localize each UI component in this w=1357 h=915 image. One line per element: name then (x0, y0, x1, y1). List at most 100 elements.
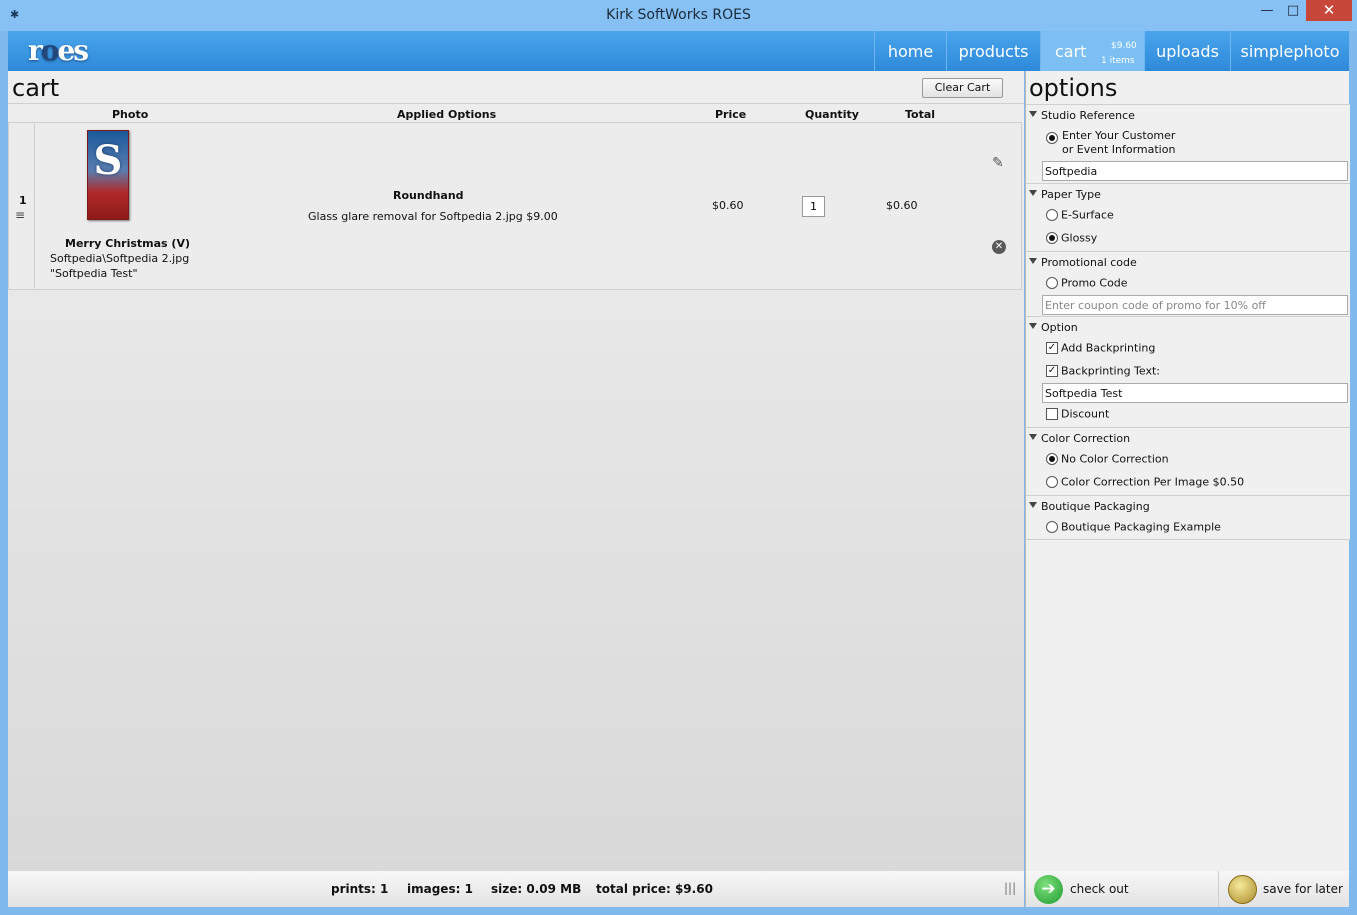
collapse-arrow-icon[interactable] (1029, 258, 1037, 264)
section-promotional-code: Promotional code Promo Code (1026, 251, 1350, 316)
row-number: 1 (19, 194, 27, 207)
studio-reference-radio[interactable] (1046, 131, 1061, 144)
nav-cart-price: $9.60 (1111, 41, 1137, 51)
window-title: Kirk SoftWorks ROES (606, 7, 751, 23)
radio-unselected[interactable] (1046, 209, 1058, 221)
cart-title: cart (12, 74, 60, 102)
options-panel: options Studio Reference Enter Your Cust… (1025, 71, 1350, 871)
cart-status-bar: prints: 1 images: 1 size: 0.09 MB total … (8, 871, 1024, 907)
checkbox-checked[interactable]: ✓ (1046, 342, 1058, 354)
studio-reference-label-2: or Event Information (1062, 143, 1176, 156)
radio-unselected[interactable] (1046, 476, 1058, 488)
collapse-arrow-icon[interactable] (1029, 190, 1037, 196)
nav-products[interactable]: products (946, 31, 1040, 71)
option-label: Backprinting Text: (1061, 364, 1161, 378)
applied-option-detail: Glass glare removal for Softpedia 2.jpg … (308, 210, 558, 223)
section-title[interactable]: Boutique Packaging (1041, 500, 1150, 513)
checkbox-checked[interactable]: ✓ (1046, 365, 1058, 377)
section-paper-type: Paper Type E-Surface Glossy (1026, 183, 1350, 251)
check-out-button[interactable]: ➔ check out (1026, 871, 1219, 907)
minimize-button[interactable]: — (1254, 0, 1280, 21)
section-title[interactable]: Paper Type (1041, 188, 1101, 201)
radio-selected[interactable] (1046, 232, 1058, 244)
section-option: Option ✓ Add Backprinting ✓ Backprinting T… (1026, 316, 1350, 427)
section-title[interactable]: Option (1041, 321, 1078, 334)
clear-cart-button[interactable]: Clear Cart (922, 78, 1003, 98)
maximize-button[interactable]: □ (1280, 0, 1306, 21)
collapse-arrow-icon[interactable] (1029, 502, 1037, 508)
cart-row[interactable]: 1 ≡ S Merry Christmas (V) Softpedia\Soft… (8, 122, 1022, 290)
logo-part-es: es (57, 34, 89, 67)
status-prints: prints: 1 (331, 882, 389, 896)
option-label: Discount (1061, 407, 1110, 421)
save-for-later-label: save for later (1263, 882, 1343, 896)
roes-logo: roes (28, 34, 89, 67)
drag-handle-icon[interactable]: ≡ (15, 209, 25, 221)
radio-unselected[interactable] (1046, 521, 1058, 533)
backprinting-text-input[interactable] (1042, 383, 1348, 403)
col-applied-options: Applied Options (397, 108, 497, 121)
row-total: $0.60 (886, 199, 918, 212)
save-for-later-button[interactable]: save for later (1220, 871, 1350, 907)
pencil-icon[interactable]: ✎ (992, 155, 1004, 171)
action-bar: ➔ check out save for later (1025, 871, 1349, 907)
collapse-arrow-icon[interactable] (1029, 434, 1037, 440)
row-price: $0.60 (712, 199, 744, 212)
no-color-correction-option[interactable]: No Color Correction (1046, 452, 1169, 466)
status-images: images: 1 (407, 882, 473, 896)
section-title[interactable]: Color Correction (1041, 432, 1130, 445)
logo-part-o: o (40, 34, 60, 67)
collapse-arrow-icon[interactable] (1029, 111, 1037, 117)
section-studio-reference: Studio Reference Enter Your Customer or … (1026, 104, 1350, 183)
color-correction-per-image-option[interactable]: Color Correction Per Image $0.50 (1046, 475, 1244, 489)
photo-thumbnail[interactable]: S (87, 130, 129, 220)
nav-simplephoto[interactable]: simplephoto (1230, 31, 1349, 71)
option-label: Add Backprinting (1061, 341, 1156, 355)
option-label: Boutique Packaging Example (1061, 520, 1221, 534)
collapse-arrow-icon[interactable] (1029, 323, 1037, 329)
radio-unselected[interactable] (1046, 277, 1058, 289)
col-price: Price (715, 108, 747, 121)
section-title[interactable]: Promotional code (1041, 256, 1137, 269)
app-header: roes home products cart $9.60 1 items up… (8, 31, 1349, 71)
nav-uploads[interactable]: uploads (1144, 31, 1230, 71)
add-backprinting-option[interactable]: ✓ Add Backprinting (1046, 341, 1155, 355)
option-label: Glossy (1061, 231, 1098, 245)
col-photo: Photo (112, 108, 149, 121)
photo-title: Merry Christmas (V) (65, 237, 190, 250)
splitter-grip-icon[interactable]: ||| (1004, 881, 1016, 895)
discount-option[interactable]: Discount (1046, 407, 1109, 421)
checkbox-unchecked[interactable] (1046, 408, 1058, 420)
col-total: Total (905, 108, 936, 121)
photo-path: Softpedia\Softpedia 2.jpg (50, 252, 190, 265)
cart-panel: cart Clear Cart Photo Applied Options Pr… (8, 71, 1024, 871)
option-label: No Color Correction (1061, 452, 1169, 466)
nav-cart[interactable]: cart $9.60 1 items (1040, 31, 1144, 71)
cart-column-headers: Photo Applied Options Price Quantity Tot… (8, 103, 1024, 123)
section-title[interactable]: Studio Reference (1041, 109, 1135, 122)
backprinting-text-option[interactable]: ✓ Backprinting Text: (1046, 364, 1160, 378)
nav-cart-label: cart (1055, 42, 1087, 61)
section-boutique-packaging: Boutique Packaging Boutique Packaging Ex… (1026, 495, 1350, 540)
studio-reference-input[interactable] (1042, 161, 1348, 181)
row-index-cell: 1 ≡ (9, 123, 35, 289)
radio-selected[interactable] (1046, 453, 1058, 465)
boutique-packaging-option[interactable]: Boutique Packaging Example (1046, 520, 1221, 534)
arrow-right-icon: ➔ (1034, 875, 1063, 904)
nav-home[interactable]: home (874, 31, 946, 71)
promo-code-input[interactable] (1042, 295, 1348, 315)
option-label: Promo Code (1061, 276, 1128, 290)
studio-reference-label-1: Enter Your Customer (1062, 129, 1176, 142)
promo-code-option[interactable]: Promo Code (1046, 276, 1128, 290)
applied-option-name: Roundhand (393, 189, 464, 202)
paper-glossy-option[interactable]: Glossy (1046, 231, 1097, 245)
remove-icon[interactable]: ✕ (992, 240, 1006, 254)
quantity-input[interactable] (802, 196, 825, 217)
paper-e-surface-option[interactable]: E-Surface (1046, 208, 1114, 222)
options-title: options (1029, 74, 1118, 102)
radio-selected[interactable] (1046, 132, 1058, 144)
thumbnail-letter: S (93, 137, 123, 184)
section-color-correction: Color Correction No Color Correction Col… (1026, 427, 1350, 495)
close-button[interactable]: ✕ (1306, 0, 1352, 21)
nav-cart-items: 1 items (1101, 56, 1135, 66)
